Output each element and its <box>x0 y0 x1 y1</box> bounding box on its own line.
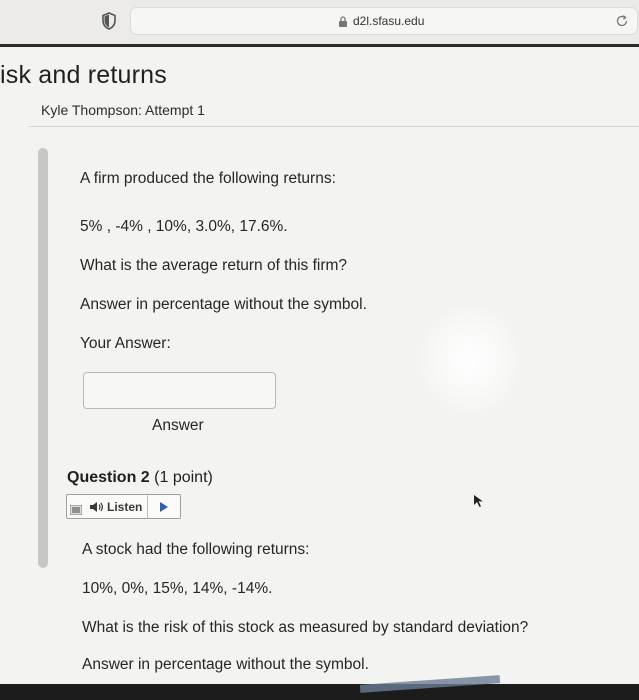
address-bar[interactable]: d2l.sfasu.edu <box>130 7 638 35</box>
attempt-label: Kyle Thompson: Attempt 1 <box>41 102 205 118</box>
listen-widget[interactable]: Listen <box>66 494 181 519</box>
question2-instructions: Answer in percentage without the symbol. <box>82 656 369 673</box>
shield-icon[interactable] <box>101 12 117 30</box>
browser-toolbar: d2l.sfasu.edu <box>0 0 639 44</box>
question2-points: (1 point) <box>154 469 213 486</box>
lock-icon <box>339 16 347 27</box>
page-title: isk and returns <box>0 61 167 89</box>
question2-heading: Question 2 (1 point) <box>67 469 213 487</box>
answer-input[interactable] <box>83 372 276 409</box>
answer-caption: Answer <box>152 417 204 434</box>
speaker-icon <box>90 502 103 512</box>
url-text: d2l.sfasu.edu <box>353 14 425 28</box>
screen-bezel <box>0 684 639 700</box>
question2-intro: A stock had the following returns: <box>82 541 310 558</box>
question1-instructions: Answer in percentage without the symbol. <box>80 296 367 313</box>
listen-divider <box>147 495 148 518</box>
menu-icon[interactable] <box>70 505 82 515</box>
reload-icon[interactable] <box>615 14 629 28</box>
header-divider <box>28 126 639 127</box>
scrollbar[interactable] <box>38 148 48 568</box>
screen-glare <box>415 300 525 420</box>
question1-intro: A firm produced the following returns: <box>80 170 336 187</box>
listen-button[interactable]: Listen <box>107 500 142 514</box>
question2-returns: 10%, 0%, 15%, 14%, -14%. <box>82 580 273 597</box>
question2-prompt: What is the risk of this stock as measur… <box>82 619 529 636</box>
question2-title: Question 2 <box>67 469 150 486</box>
question1-prompt: What is the average return of this firm? <box>80 257 348 274</box>
play-icon[interactable] <box>159 501 169 513</box>
question1-returns: 5% , -4% , 10%, 3.0%, 17.6%. <box>80 218 288 235</box>
toolbar-divider <box>0 44 639 47</box>
cursor-icon <box>474 495 483 507</box>
your-answer-label: Your Answer: <box>80 335 171 352</box>
